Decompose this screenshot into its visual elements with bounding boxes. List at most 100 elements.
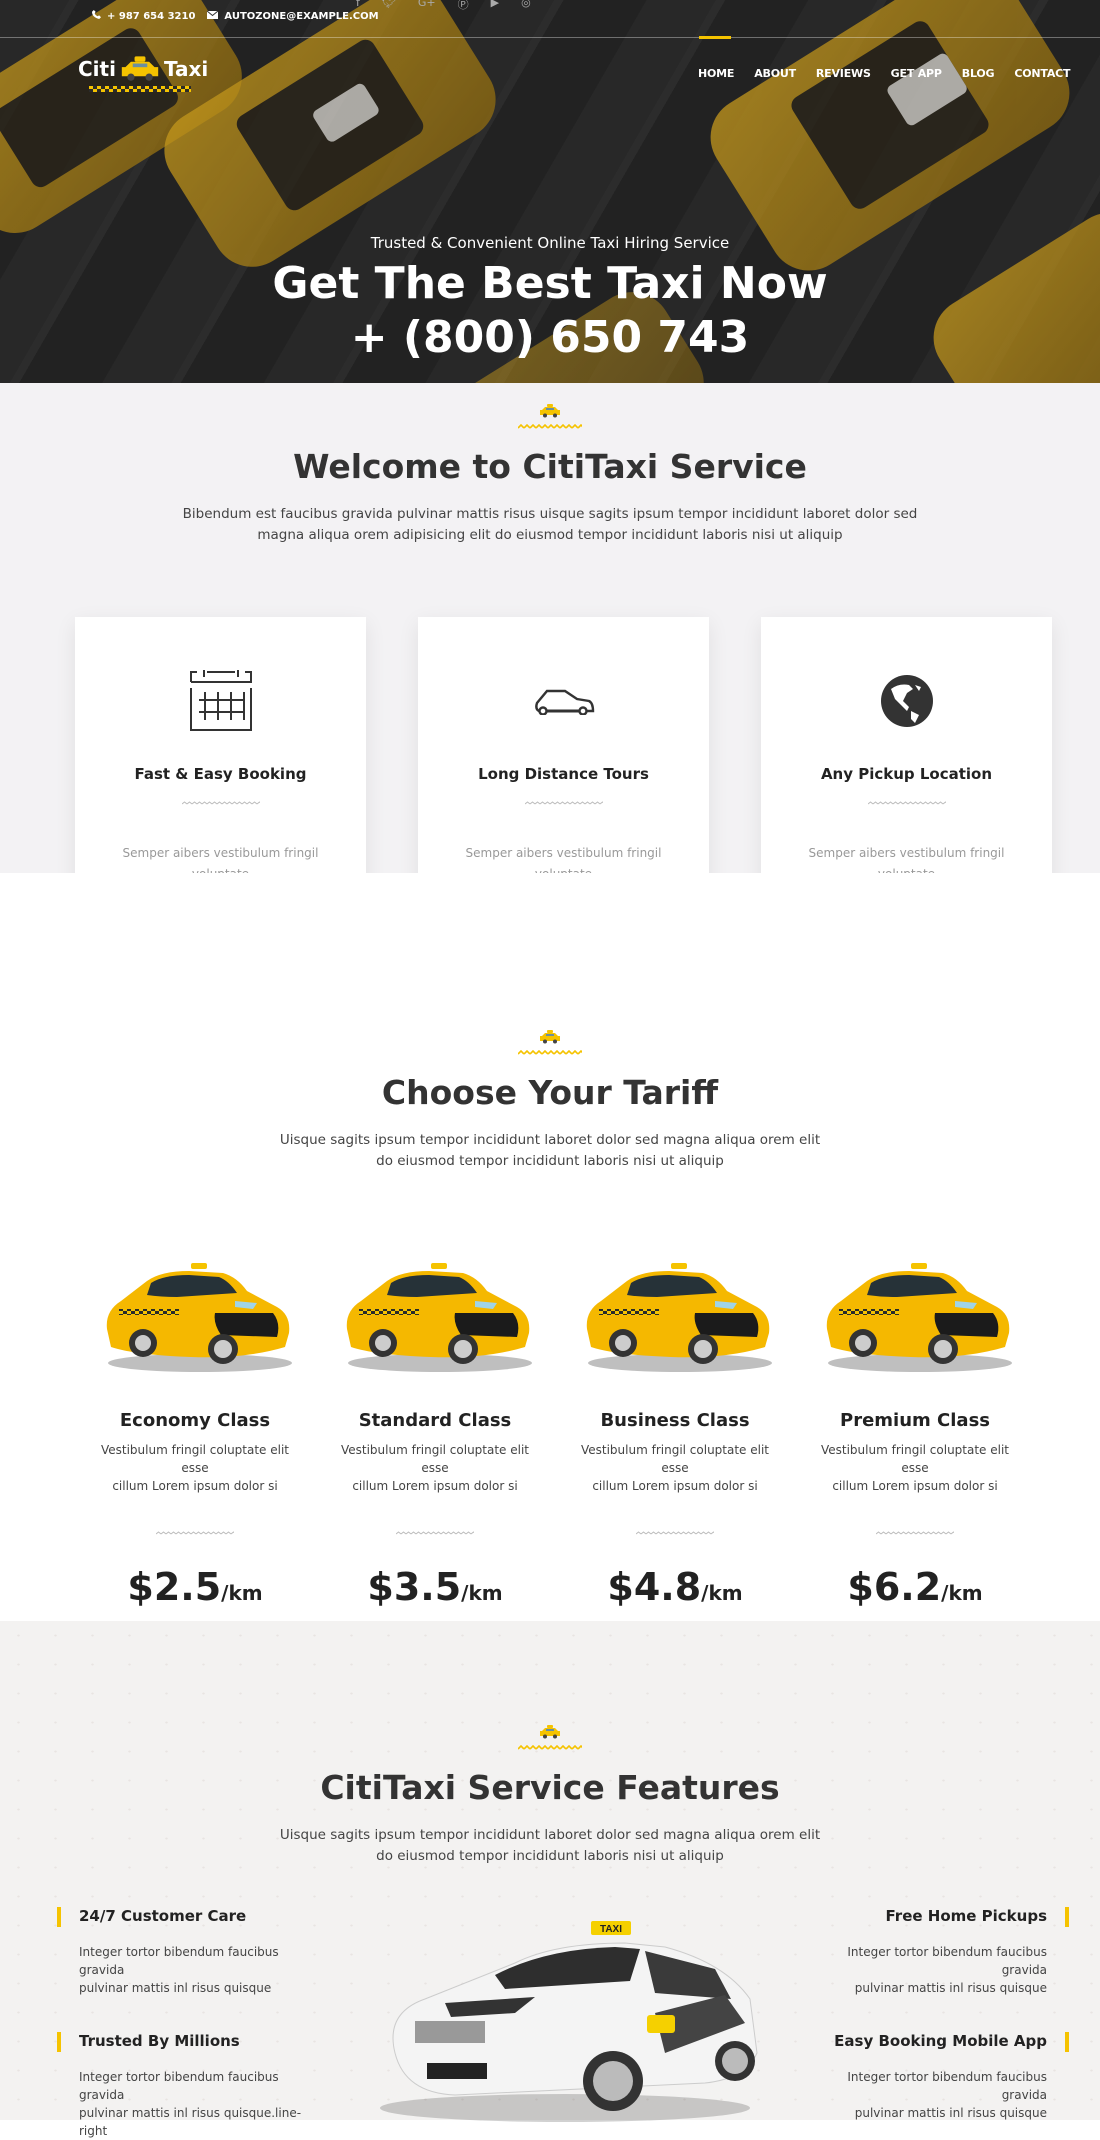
feature-item: Trusted By Millions Integer tortor biben… [57,2032,317,2140]
google-plus-icon[interactable]: G+ [418,0,436,12]
zigzag-divider [524,801,603,805]
zigzag-divider [181,801,260,805]
accent-bar [1065,2032,1069,2052]
zigzag-divider [396,1531,474,1535]
features-description: Uisque sagits ipsum tempor incididunt la… [279,1827,821,1864]
calendar-icon [75,669,366,733]
yellow-taxi-image [95,1251,295,1376]
feature-title: Free Home Pickups [885,1907,1047,1925]
zigzag-divider [518,424,582,429]
hero-banner: + 987 654 3210 AUTOZONE@EXAMPLE.COM f 🐦︎… [0,0,1100,383]
tariff-description: Vestibulum fringil coluptate elit esse ci… [580,1443,770,1493]
taxi-icon [539,1030,561,1044]
card-title: Any Pickup Location [820,765,993,783]
logo-underline [89,86,191,92]
feature-title: Trusted By Millions [79,2032,240,2050]
welcome-description: Bibendum est faucibus gravida pulvinar m… [0,504,1100,546]
desc-line: magna aliqua orem adipisicing elit do ei… [257,527,843,543]
tariff-name: Economy Class [119,1410,271,1431]
zigzag-divider [876,1531,954,1535]
yellow-taxi-image [815,1251,1015,1376]
tariff-card[interactable]: Standard Class Vestibulum fringil colupt… [335,1251,535,1609]
phone-number: + 987 654 3210 [107,10,196,22]
phone-icon [92,10,101,22]
taxi-icon [539,1725,561,1739]
welcome-title: Welcome to CitiTaxi Service [293,447,807,486]
tariff-description: Uisque sagits ipsum tempor incididunt la… [279,1132,821,1169]
nav-home[interactable]: HOME [698,67,734,80]
car-icon [418,669,709,733]
tariff-card[interactable]: Economy Class Vestibulum fringil colupta… [95,1251,295,1609]
feature-title: Easy Booking Mobile App [834,2032,1047,2050]
tariff-list: Economy Class Vestibulum fringil colupta… [95,1251,1015,1609]
pinterest-icon[interactable]: Ⓟ [458,0,469,12]
hero-phone[interactable]: + (800) 650 743 [0,310,1100,366]
nav-blog[interactable]: BLOG [962,67,995,80]
zigzag-divider [518,1745,582,1750]
hero-text: Trusted & Convenient Online Taxi Hiring … [0,234,1100,366]
tariff-name: Standard Class [358,1410,512,1431]
white-taxi-image: TAXI [380,1921,758,2122]
logo-text-left: Citi [78,57,116,81]
tariff-price: $6.2/km [847,1565,983,1609]
feature-text: Integer tortor bibendum faucibus gravida… [79,2070,302,2138]
tariff-name: Premium Class [840,1410,990,1431]
tariff-name: Business Class [600,1410,750,1431]
feature-title: 24/7 Customer Care [79,1907,247,1925]
feature-text: Integer tortor bibendum faucibus gravida… [847,1945,1047,1995]
email-contact[interactable]: AUTOZONE@EXAMPLE.COM [207,10,379,22]
nav-get-app[interactable]: GET APP [891,67,942,80]
tariff-title: Choose Your Tariff [381,1073,719,1112]
nav-active-indicator [699,36,731,39]
hero-subtitle: Trusted & Convenient Online Taxi Hiring … [370,234,730,252]
taxi-logo-icon [120,56,160,82]
tariff-card[interactable]: Premium Class Vestibulum fringil colupta… [815,1251,1015,1609]
nav-reviews[interactable]: REVIEWS [816,67,871,80]
tariff-description: Vestibulum fringil coluptate elit esse ci… [340,1443,530,1493]
accent-bar [57,2032,61,2052]
desc-line: Bibendum est faucibus gravida pulvinar m… [182,506,918,522]
site-logo[interactable]: Citi Taxi [78,56,208,82]
card-title: Fast & Easy Booking [134,765,307,783]
phone-contact[interactable]: + 987 654 3210 [92,10,195,22]
zigzag-divider [518,1050,582,1055]
logo-text-right: Taxi [163,57,209,81]
accent-bar [57,1907,61,1927]
hero-title: Get The Best Taxi Now [272,258,828,309]
taxi-icon [539,404,561,418]
twitter-icon[interactable]: 🐦︎ [382,0,396,12]
globe-icon [761,669,1052,733]
card-title: Long Distance Tours [478,765,649,783]
top-bar: + 987 654 3210 AUTOZONE@EXAMPLE.COM f 🐦︎… [0,0,1100,38]
feature-item: Easy Booking Mobile App Integer tortor b… [809,2032,1069,2122]
instagram-icon[interactable]: ◎ [521,0,531,12]
tariff-price: $3.5/km [367,1565,503,1609]
zigzag-divider [867,801,946,805]
yellow-taxi-image [335,1251,535,1376]
facebook-icon[interactable]: f [356,0,360,12]
nav-contact[interactable]: CONTACT [1014,67,1070,80]
tariff-price: $4.8/km [607,1565,743,1609]
mail-icon [207,10,219,22]
zigzag-divider [156,1531,234,1535]
feature-text: Integer tortor bibendum faucibus gravida… [847,2070,1047,2120]
features-section: CitiTaxi Service Features Uisque sagits … [0,1621,1100,2138]
feature-item: 24/7 Customer Care Integer tortor bibend… [57,1907,317,1997]
email-address: AUTOZONE@EXAMPLE.COM [224,10,379,22]
yellow-taxi-image [575,1251,775,1376]
tariff-section: Choose Your Tariff Uisque sagits ipsum t… [0,873,1100,1621]
features-title: CitiTaxi Service Features [320,1768,780,1807]
tariff-description: Vestibulum fringil coluptate elit esse ci… [100,1443,290,1493]
tariff-price: $2.5/km [127,1565,263,1609]
main-nav: HOME ABOUT REVIEWS GET APP BLOG CONTACT [698,67,1071,80]
zigzag-divider [636,1531,714,1535]
nav-about[interactable]: ABOUT [754,67,796,80]
youtube-icon[interactable]: ▶ [491,0,499,12]
feature-text: Integer tortor bibendum faucibus gravida… [79,1945,279,1995]
feature-item: Free Home Pickups Integer tortor bibendu… [809,1907,1069,1997]
social-links: f 🐦︎ G+ Ⓟ ▶ ◎ [356,0,531,12]
accent-bar [1065,1907,1069,1927]
taxi-sign-text: TAXI [600,1924,622,1935]
tariff-card[interactable]: Business Class Vestibulum fringil colupt… [575,1251,775,1609]
tariff-description: Vestibulum fringil coluptate elit esse ci… [820,1443,1010,1493]
